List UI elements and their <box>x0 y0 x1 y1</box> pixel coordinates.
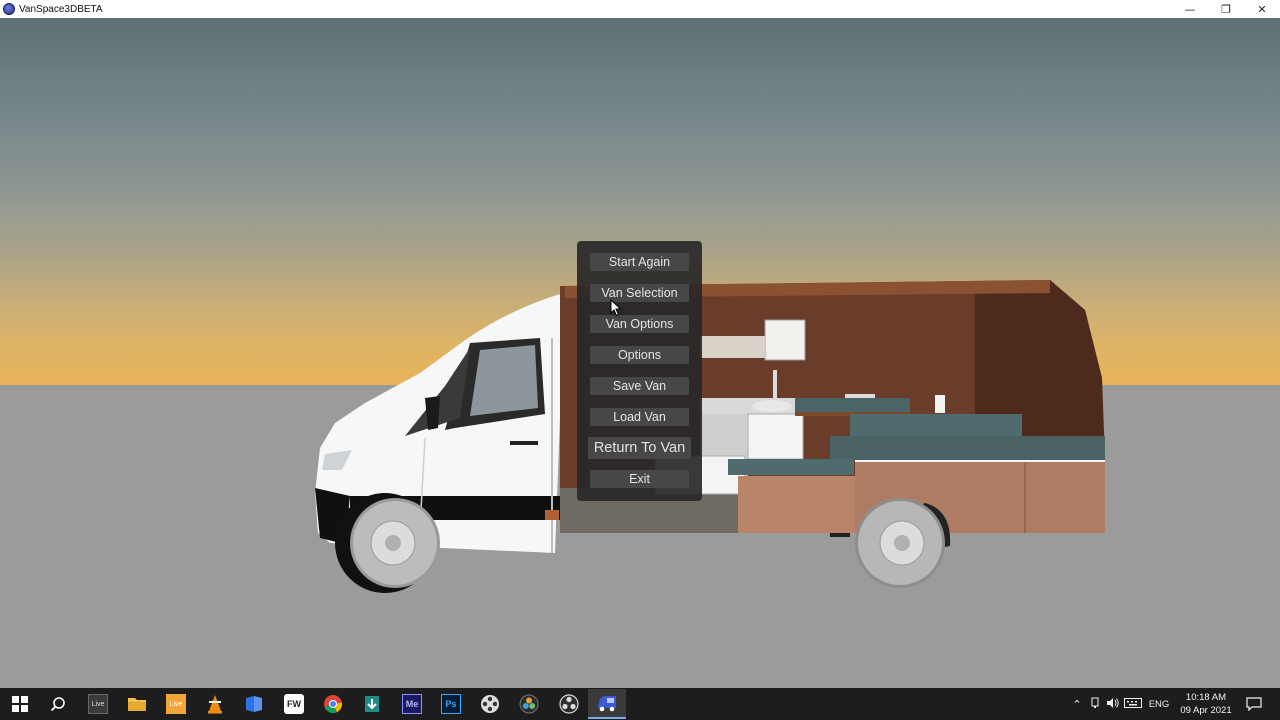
van-selection-button[interactable]: Van Selection <box>590 284 689 302</box>
blue-app-icon[interactable] <box>242 692 266 716</box>
vanspace-icon[interactable] <box>588 689 626 719</box>
media-encoder-icon[interactable]: Me <box>400 692 424 716</box>
live-icon[interactable]: Live <box>86 692 110 716</box>
vanspace-app-icon <box>3 3 15 15</box>
windows-logo-icon[interactable] <box>8 692 32 716</box>
load-van-button[interactable]: Load Van <box>590 408 689 426</box>
media-encoder-label: Me <box>402 694 422 714</box>
window-controls: — ❐ ✕ <box>1172 0 1280 18</box>
mouse-cursor-icon <box>610 299 622 317</box>
search-icon[interactable] <box>46 692 70 716</box>
vlc-cone-icon[interactable] <box>203 692 227 716</box>
save-van-button[interactable]: Save Van <box>590 377 689 395</box>
restore-button[interactable]: ❐ <box>1208 0 1244 18</box>
return-to-van-button[interactable]: Return To Van <box>588 437 691 459</box>
game-viewport[interactable]: Start Again Van Selection Van Options Op… <box>0 18 1280 688</box>
live-orange-icon[interactable]: Live <box>164 692 188 716</box>
folder-icon[interactable] <box>125 692 149 716</box>
system-tray: ⌃ ENG <box>1068 688 1174 720</box>
network-icon[interactable] <box>1086 697 1104 712</box>
live-icon-label: Live <box>88 694 108 714</box>
resolve-icon[interactable] <box>517 692 541 716</box>
clock[interactable]: 10:18 AM 09 Apr 2021 <box>1178 691 1234 717</box>
fw-icon-label: FW <box>284 694 304 714</box>
close-button[interactable]: ✕ <box>1244 0 1280 18</box>
van-options-button[interactable]: Van Options <box>590 315 689 333</box>
fw-icon[interactable]: FW <box>282 692 306 716</box>
pause-menu: Start Again Van Selection Van Options Op… <box>577 241 702 501</box>
photoshop-icon[interactable]: Ps <box>439 692 463 716</box>
minimize-button[interactable]: — <box>1172 0 1208 18</box>
tray-chevron-up-icon[interactable]: ⌃ <box>1068 698 1086 711</box>
keyboard-icon[interactable] <box>1122 697 1144 711</box>
start-again-button[interactable]: Start Again <box>590 253 689 271</box>
options-button[interactable]: Options <box>590 346 689 364</box>
obs-icon[interactable] <box>557 692 581 716</box>
film-reel-icon[interactable] <box>478 692 502 716</box>
windows-taskbar: Live Live FW Me Ps ⌃ ENG 10:18 AM 09 Apr… <box>0 688 1280 720</box>
exit-button[interactable]: Exit <box>590 470 689 488</box>
volume-icon[interactable] <box>1104 697 1122 712</box>
live-orange-label: Live <box>166 694 186 714</box>
photoshop-label: Ps <box>441 694 461 714</box>
clock-date: 09 Apr 2021 <box>1180 705 1232 716</box>
installer-icon[interactable] <box>360 692 384 716</box>
notification-icon[interactable] <box>1242 692 1266 716</box>
chrome-icon[interactable] <box>321 692 345 716</box>
window-title: VanSpace3DBETA <box>19 3 103 15</box>
window-titlebar: VanSpace3DBETA — ❐ ✕ <box>0 0 1280 18</box>
clock-time: 10:18 AM <box>1185 692 1227 703</box>
language-indicator[interactable]: ENG <box>1144 699 1174 710</box>
